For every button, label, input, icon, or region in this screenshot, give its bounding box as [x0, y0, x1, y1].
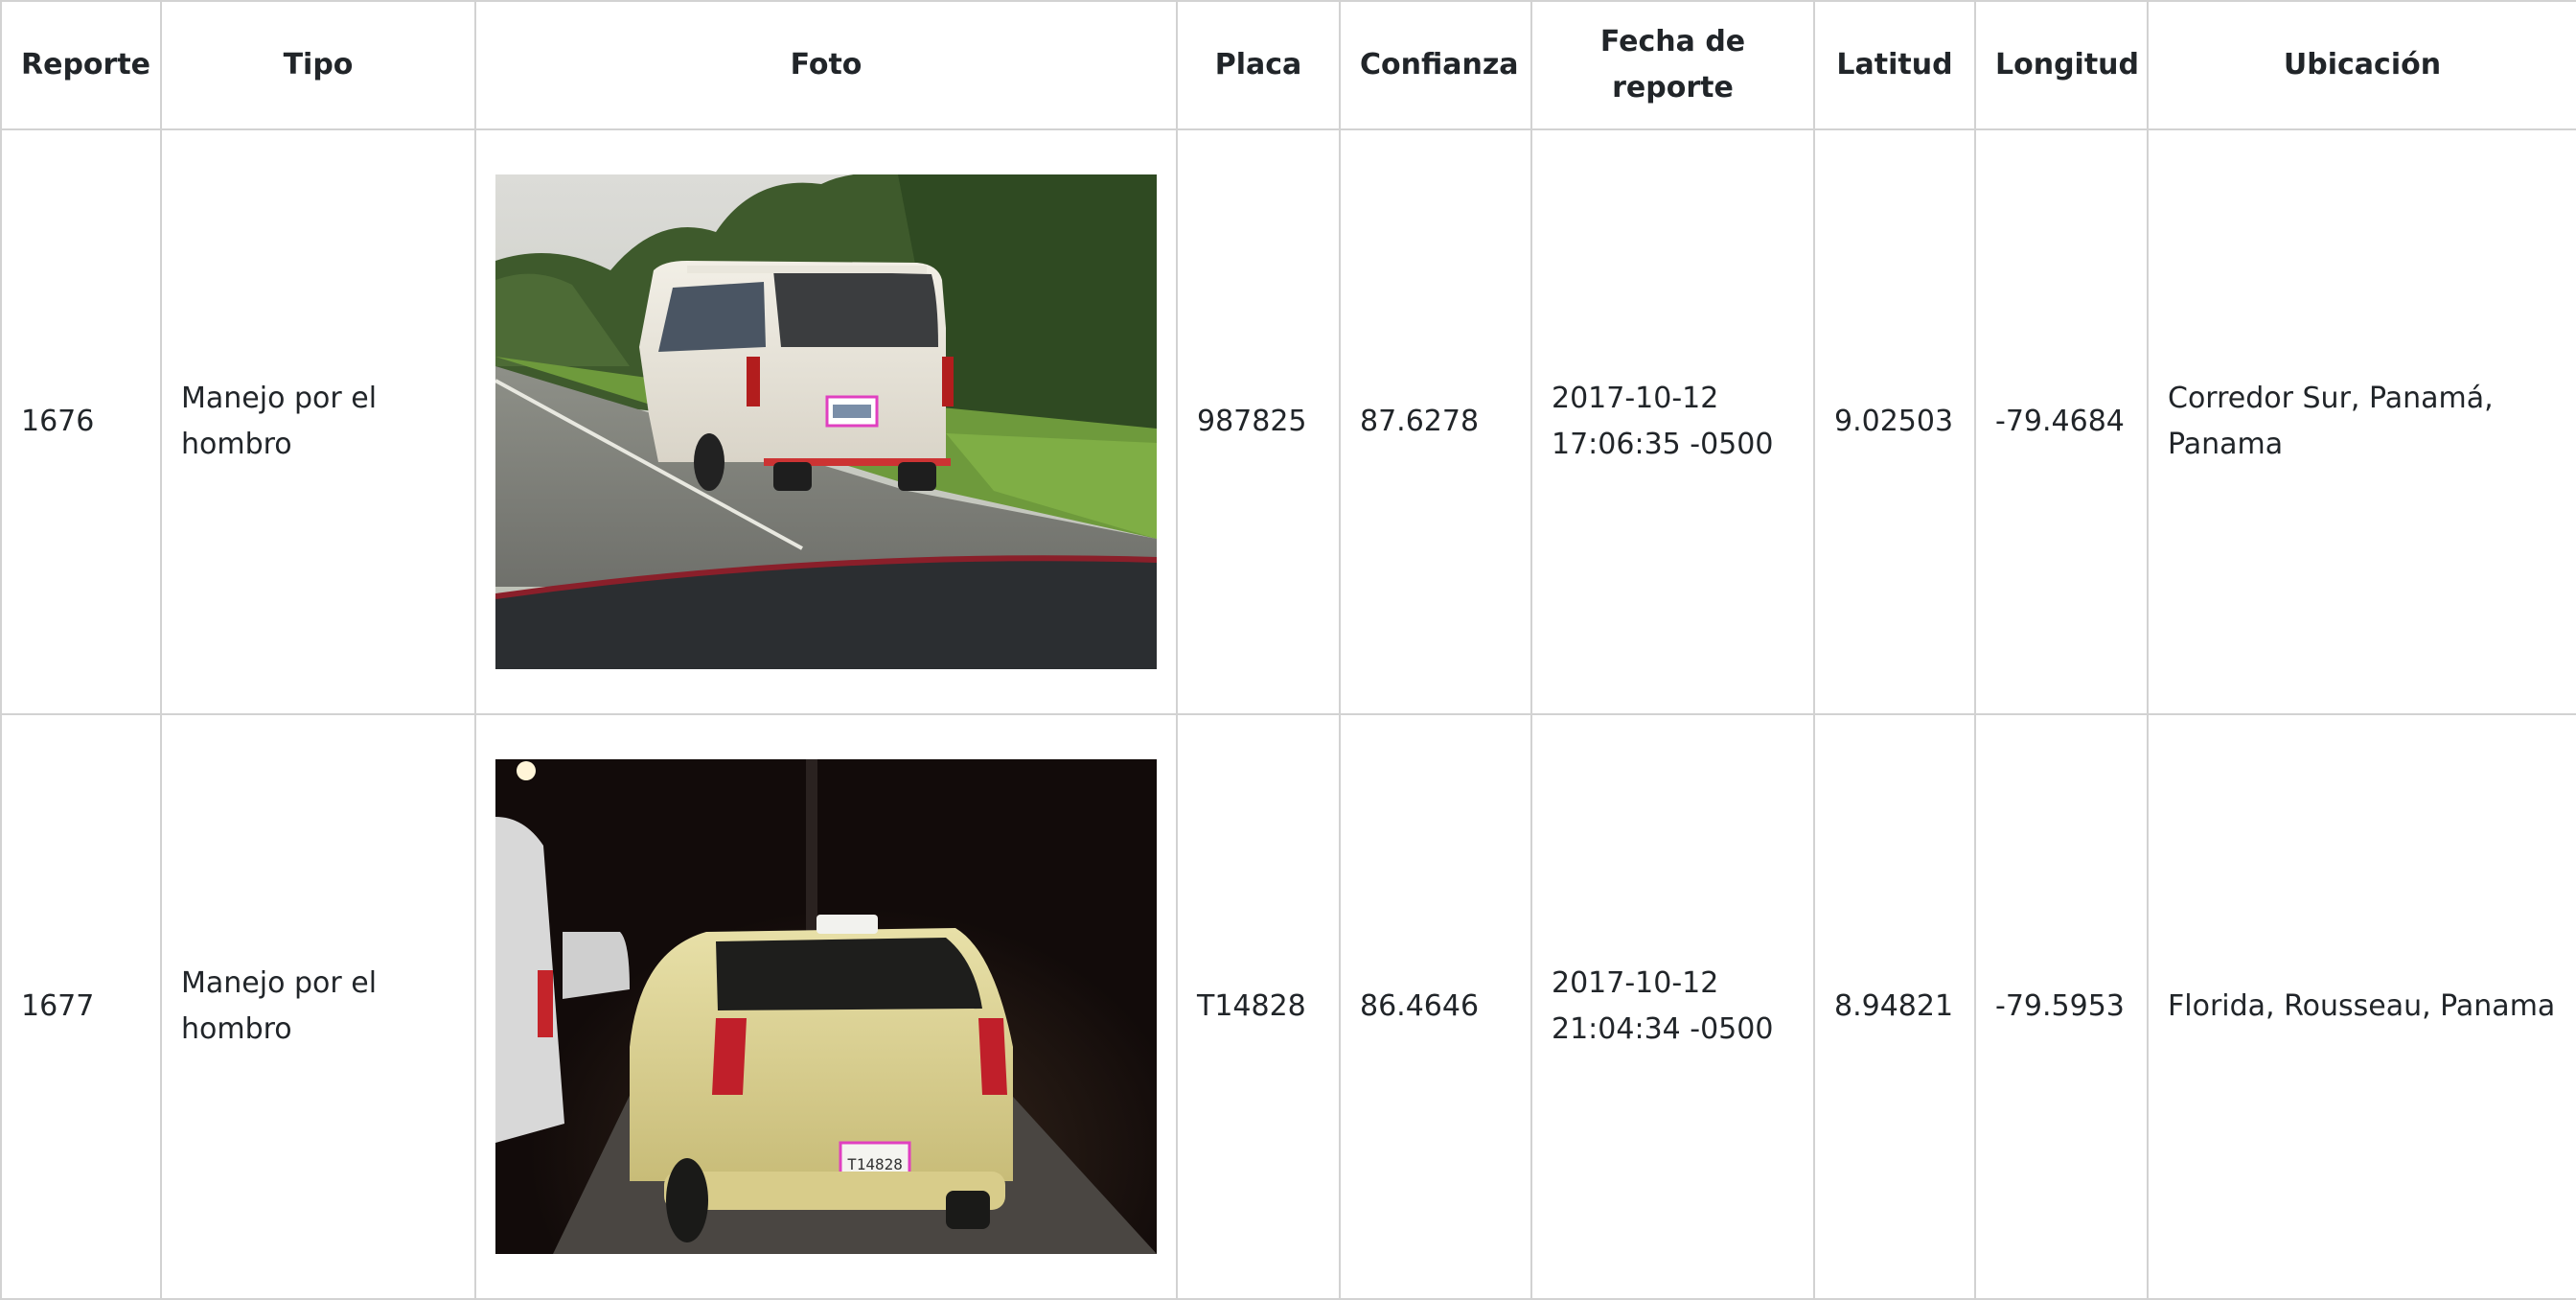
cell-ubicacion: Florida, Rousseau, Panama [2147, 713, 2576, 1300]
white-van-image [495, 174, 1157, 669]
cell-fecha: 2017-10-12 21:04:34 -0500 [1530, 713, 1815, 1300]
cell-longitud: -79.5953 [1974, 713, 2149, 1300]
header-reporte: Reporte [0, 0, 162, 130]
cell-placa: 987825 [1176, 128, 1341, 715]
white-van-photo[interactable] [495, 174, 1157, 669]
reports-table: Reporte Tipo Foto Placa Confianza Fecha … [0, 0, 2576, 1300]
cell-confianza: 86.4646 [1339, 713, 1532, 1300]
cell-tipo: Manejo por el hombro [160, 713, 476, 1300]
taxi-plate-text: T14828 [847, 1155, 903, 1173]
yellow-taxi-night-photo[interactable]: T14828 [495, 759, 1157, 1254]
cell-placa: T14828 [1176, 713, 1341, 1300]
cell-confianza: 87.6278 [1339, 128, 1532, 715]
header-ubicacion: Ubicación [2147, 0, 2576, 130]
cell-foto: T14828 [474, 713, 1178, 1300]
cell-latitud: 9.02503 [1813, 128, 1976, 715]
header-placa: Placa [1176, 0, 1341, 130]
header-tipo: Tipo [160, 0, 476, 130]
header-longitud: Longitud [1974, 0, 2149, 130]
cell-reporte: 1676 [0, 128, 162, 715]
cell-longitud: -79.4684 [1974, 128, 2149, 715]
table-row: 1677 Manejo por el hombro T14828 T14828 … [0, 713, 2576, 1300]
header-foto: Foto [474, 0, 1178, 130]
yellow-taxi-image: T14828 [495, 759, 1157, 1254]
header-fecha: Fecha de reporte [1530, 0, 1815, 130]
cell-fecha: 2017-10-12 17:06:35 -0500 [1530, 128, 1815, 715]
cell-tipo: Manejo por el hombro [160, 128, 476, 715]
cell-ubicacion: Corredor Sur, Panamá, Panama [2147, 128, 2576, 715]
header-confianza: Confianza [1339, 0, 1532, 130]
cell-foto [474, 128, 1178, 715]
header-latitud: Latitud [1813, 0, 1976, 130]
cell-reporte: 1677 [0, 713, 162, 1300]
cell-latitud: 8.94821 [1813, 713, 1976, 1300]
table-row: 1676 Manejo por el hombro 987825 87.6278… [0, 128, 2576, 715]
table-header-row: Reporte Tipo Foto Placa Confianza Fecha … [0, 0, 2576, 130]
